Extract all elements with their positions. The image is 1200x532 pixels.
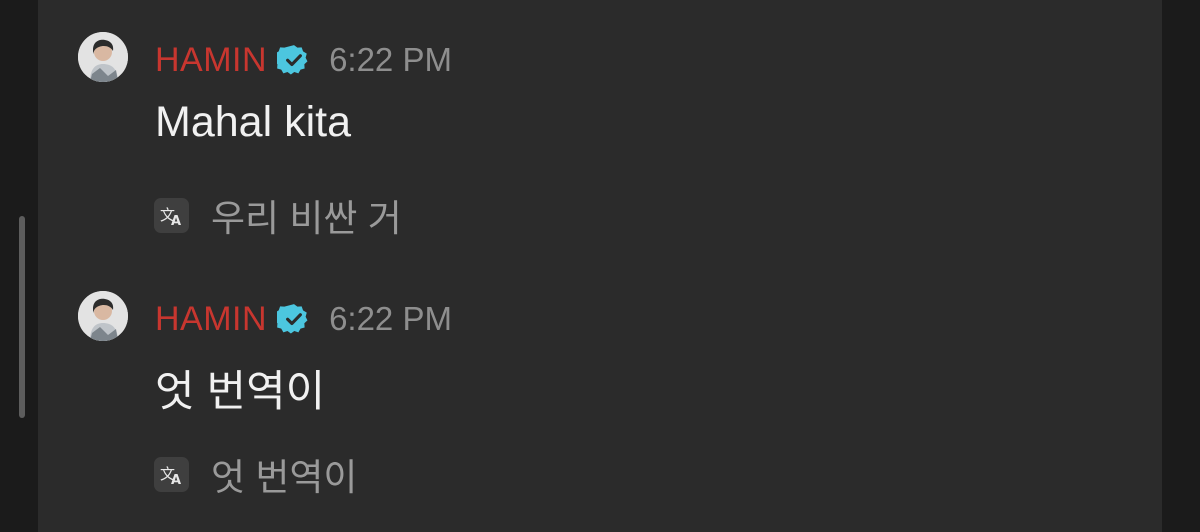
translation-text: 엇 번역이 <box>211 457 358 498</box>
username[interactable]: HAMIN <box>155 300 267 339</box>
translation-row: 文 A 엇 번역이 <box>154 447 357 501</box>
translate-icon[interactable]: 文 A <box>154 456 189 492</box>
verified-badge-icon <box>277 304 308 334</box>
message-header: HAMIN 6:22 PM <box>155 40 452 80</box>
translation-row: 文 A 우리 비싼 거 <box>154 188 402 242</box>
message-header: HAMIN 6:22 PM <box>155 299 452 339</box>
translate-icon[interactable]: 文 A <box>154 197 189 233</box>
svg-text:A: A <box>171 473 181 487</box>
avatar[interactable] <box>78 32 128 82</box>
timestamp: 6:22 PM <box>329 41 452 78</box>
svg-text:A: A <box>171 214 181 228</box>
verified-badge-icon <box>277 45 308 75</box>
translation-text: 우리 비싼 거 <box>211 198 402 239</box>
username[interactable]: HAMIN <box>155 41 267 80</box>
timestamp: 6:22 PM <box>329 300 452 337</box>
message-text: 엇 번역이 <box>155 368 326 416</box>
scrollbar[interactable] <box>19 216 25 418</box>
avatar[interactable] <box>78 291 128 341</box>
message-text: Mahal kita <box>155 98 351 146</box>
